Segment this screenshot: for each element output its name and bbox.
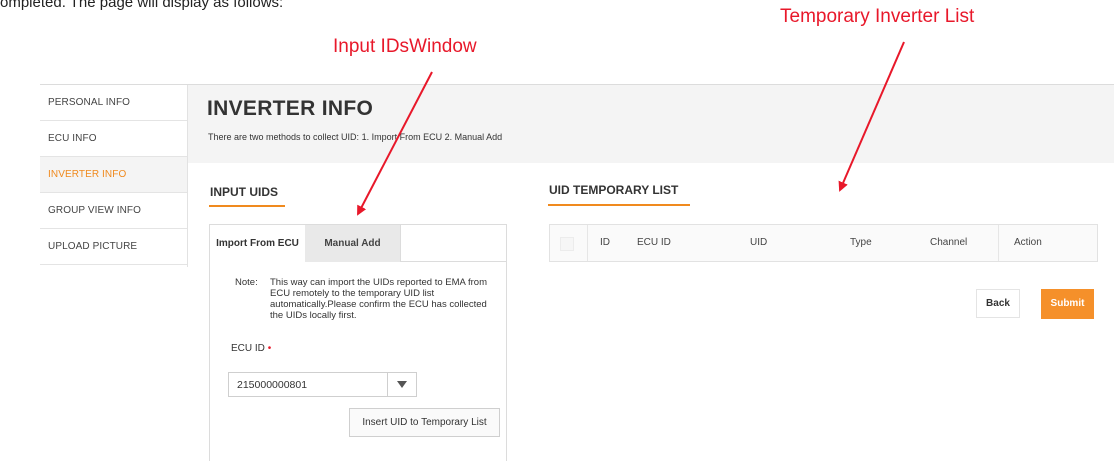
sidebar-item-inverter-info[interactable]: INVERTER INFO <box>40 157 187 193</box>
ecu-id-select[interactable]: 215000000801 <box>228 372 417 397</box>
ecu-id-selected-value: 215000000801 <box>237 379 308 391</box>
tab-manual-add[interactable]: Manual Add <box>305 225 401 262</box>
note-label: Note: <box>235 277 258 288</box>
required-marker: • <box>267 343 272 354</box>
annotation-temporary-inverter-list: Temporary Inverter List <box>780 6 975 27</box>
submit-button[interactable]: Submit <box>1041 289 1094 319</box>
sidebar-item-personal-info[interactable]: PERSONAL INFO <box>40 85 187 121</box>
select-divider <box>387 373 388 396</box>
chevron-down-icon <box>397 381 407 388</box>
uid-temporary-list-underline <box>548 204 690 206</box>
note-text: This way can import the UIDs reported to… <box>270 277 487 321</box>
back-button[interactable]: Back <box>976 289 1020 318</box>
column-divider <box>998 225 999 261</box>
annotation-input-ids-window: Input IDsWindow <box>333 36 477 57</box>
sidebar-item-upload-picture[interactable]: UPLOAD PICTURE <box>40 229 187 265</box>
tab-import-from-ecu[interactable]: Import From ECU <box>210 225 305 262</box>
input-uids-title: INPUT UIDS <box>210 185 279 199</box>
sidebar-item-group-view-info[interactable]: GROUP VIEW INFO <box>40 193 187 229</box>
column-header-uid: UID <box>750 237 768 248</box>
page-subtitle: There are two methods to collect UID: 1.… <box>208 132 503 142</box>
app-frame: PERSONAL INFO ECU INFO INVERTER INFO GRO… <box>40 84 1114 461</box>
column-header-channel: Channel <box>930 237 968 248</box>
ecu-id-label: ECU ID • <box>231 343 271 354</box>
input-uids-underline <box>209 205 285 207</box>
sidebar: PERSONAL INFO ECU INFO INVERTER INFO GRO… <box>40 85 188 267</box>
page-title: INVERTER INFO <box>207 97 374 120</box>
input-method-tabs: Import From ECU Manual Add <box>210 225 506 262</box>
column-header-action: Action <box>1014 237 1042 248</box>
column-header-id: ID <box>600 237 610 248</box>
column-header-type: Type <box>850 237 872 248</box>
select-all-checkbox[interactable] <box>560 237 574 251</box>
uid-table-header: ID ECU ID UID Type Channel Action <box>549 224 1098 262</box>
insert-uid-button[interactable]: Insert UID to Temporary List <box>349 408 500 437</box>
document-caption: ompleted. The page will display as follo… <box>0 0 284 11</box>
input-uids-panel: Import From ECU Manual Add Note: This wa… <box>209 224 507 461</box>
column-divider <box>587 225 588 261</box>
sidebar-item-ecu-info[interactable]: ECU INFO <box>40 121 187 157</box>
ecu-id-label-text: ECU ID <box>231 343 265 354</box>
column-header-ecu-id: ECU ID <box>637 237 671 248</box>
uid-temporary-list-title: UID TEMPORARY LIST <box>549 183 679 197</box>
